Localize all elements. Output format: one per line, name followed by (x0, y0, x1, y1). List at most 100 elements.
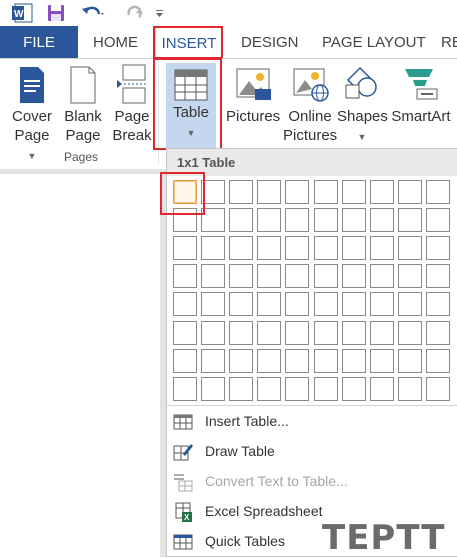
table-grid-cell[interactable] (173, 377, 197, 401)
table-grid-cell[interactable] (426, 292, 450, 316)
table-grid-cell[interactable] (201, 236, 225, 260)
table-grid-cell[interactable] (229, 236, 253, 260)
table-grid-cell[interactable] (229, 208, 253, 232)
table-grid-cell[interactable] (370, 180, 394, 204)
table-grid-cell[interactable] (173, 321, 197, 345)
cover-page-button[interactable]: Cover Page ▼ (8, 59, 56, 166)
table-grid-cell[interactable] (314, 264, 338, 288)
table-grid-cell[interactable] (229, 321, 253, 345)
blank-page-button[interactable]: Blank Page (61, 59, 105, 145)
table-grid-cell[interactable] (229, 292, 253, 316)
table-grid-cell[interactable] (426, 321, 450, 345)
table-grid-cell[interactable] (398, 208, 422, 232)
online-pictures-button[interactable]: Online Pictures (283, 59, 337, 145)
table-grid-cell[interactable] (370, 264, 394, 288)
table-grid-cell[interactable] (370, 349, 394, 373)
table-grid-cell[interactable] (342, 292, 366, 316)
table-grid-cell[interactable] (398, 236, 422, 260)
customize-icon[interactable] (155, 3, 165, 28)
table-grid-cell[interactable] (257, 208, 281, 232)
table-grid-cell[interactable] (426, 264, 450, 288)
table-grid-cell[interactable] (201, 321, 225, 345)
table-grid-cell[interactable] (257, 349, 281, 373)
table-grid-cell[interactable] (314, 292, 338, 316)
table-grid-cell[interactable] (201, 264, 225, 288)
table-grid-cell[interactable] (370, 292, 394, 316)
tab-references[interactable]: RE (441, 26, 457, 58)
table-grid-cell[interactable] (342, 208, 366, 232)
draw-table-menu-item[interactable]: Draw Table (167, 437, 457, 467)
table-grid-cell[interactable] (314, 236, 338, 260)
table-grid-cell[interactable] (370, 208, 394, 232)
table-grid-cell[interactable] (342, 349, 366, 373)
table-grid-cell[interactable] (314, 377, 338, 401)
table-grid-cell[interactable] (285, 321, 309, 345)
tab-file[interactable]: FILE (0, 26, 78, 58)
table-grid-cell[interactable] (257, 180, 281, 204)
table-grid-cell[interactable] (229, 377, 253, 401)
tab-design[interactable]: DESIGN (241, 26, 299, 58)
table-grid-cell[interactable] (173, 349, 197, 373)
redo-icon[interactable] (125, 3, 145, 28)
table-grid-cell[interactable] (285, 264, 309, 288)
table-grid-cell[interactable] (257, 321, 281, 345)
pictures-button[interactable]: Pictures (226, 59, 280, 126)
table-grid-cell[interactable] (398, 349, 422, 373)
table-grid-cell[interactable] (229, 264, 253, 288)
table-grid-cell[interactable] (285, 208, 309, 232)
table-grid-cell[interactable] (342, 264, 366, 288)
table-grid-cell[interactable] (370, 377, 394, 401)
table-grid-cell[interactable] (229, 180, 253, 204)
save-icon[interactable] (46, 3, 66, 28)
table-grid-cell[interactable] (314, 180, 338, 204)
svg-text:W: W (14, 9, 24, 20)
table-grid-cell[interactable] (342, 377, 366, 401)
table-grid-cell[interactable] (257, 264, 281, 288)
table-grid-cell[interactable] (426, 180, 450, 204)
table-grid-cell[interactable] (370, 236, 394, 260)
cover-page-icon (8, 59, 56, 107)
table-grid-cell[interactable] (398, 264, 422, 288)
smartart-button[interactable]: SmartArt (390, 59, 452, 126)
table-grid-cell[interactable] (173, 292, 197, 316)
svg-text:X: X (184, 513, 190, 522)
table-grid-cell[interactable] (426, 377, 450, 401)
table-grid-cell[interactable] (342, 321, 366, 345)
table-grid-cell[interactable] (398, 180, 422, 204)
table-grid-cell[interactable] (285, 292, 309, 316)
table-grid-cell[interactable] (314, 349, 338, 373)
shapes-button[interactable]: Shapes ▼ (337, 59, 388, 147)
table-grid-cell[interactable] (398, 292, 422, 316)
menu-separator (167, 405, 457, 406)
table-grid-cell[interactable] (426, 236, 450, 260)
tab-home[interactable]: HOME (93, 26, 138, 58)
blank-page-label: Blank (64, 108, 102, 125)
tab-page-layout[interactable]: PAGE LAYOUT (322, 26, 426, 58)
undo-icon[interactable] (80, 3, 106, 28)
table-grid-cell[interactable] (201, 349, 225, 373)
table-grid-cell[interactable] (314, 321, 338, 345)
table-grid-cell[interactable] (173, 236, 197, 260)
table-grid-cell[interactable] (342, 180, 366, 204)
table-grid-cell[interactable] (201, 292, 225, 316)
table-grid-cell[interactable] (398, 377, 422, 401)
convert-text-menu-item[interactable]: Convert Text to Table... (167, 467, 457, 497)
table-grid-cell[interactable] (229, 349, 253, 373)
table-grid-cell[interactable] (285, 377, 309, 401)
table-grid-cell[interactable] (426, 349, 450, 373)
table-grid-cell[interactable] (285, 236, 309, 260)
table-grid-cell[interactable] (426, 208, 450, 232)
table-grid-cell[interactable] (173, 264, 197, 288)
table-grid-cell[interactable] (314, 208, 338, 232)
table-grid-cell[interactable] (342, 236, 366, 260)
insert-table-menu-item[interactable]: Insert Table... (167, 407, 457, 437)
table-grid-cell[interactable] (257, 292, 281, 316)
table-grid-cell[interactable] (257, 377, 281, 401)
page-break-button[interactable]: Page Break (110, 59, 154, 145)
table-grid-cell[interactable] (285, 180, 309, 204)
table-grid-cell[interactable] (201, 377, 225, 401)
table-grid-cell[interactable] (370, 321, 394, 345)
table-grid-cell[interactable] (285, 349, 309, 373)
table-grid-cell[interactable] (398, 321, 422, 345)
table-grid-cell[interactable] (257, 236, 281, 260)
